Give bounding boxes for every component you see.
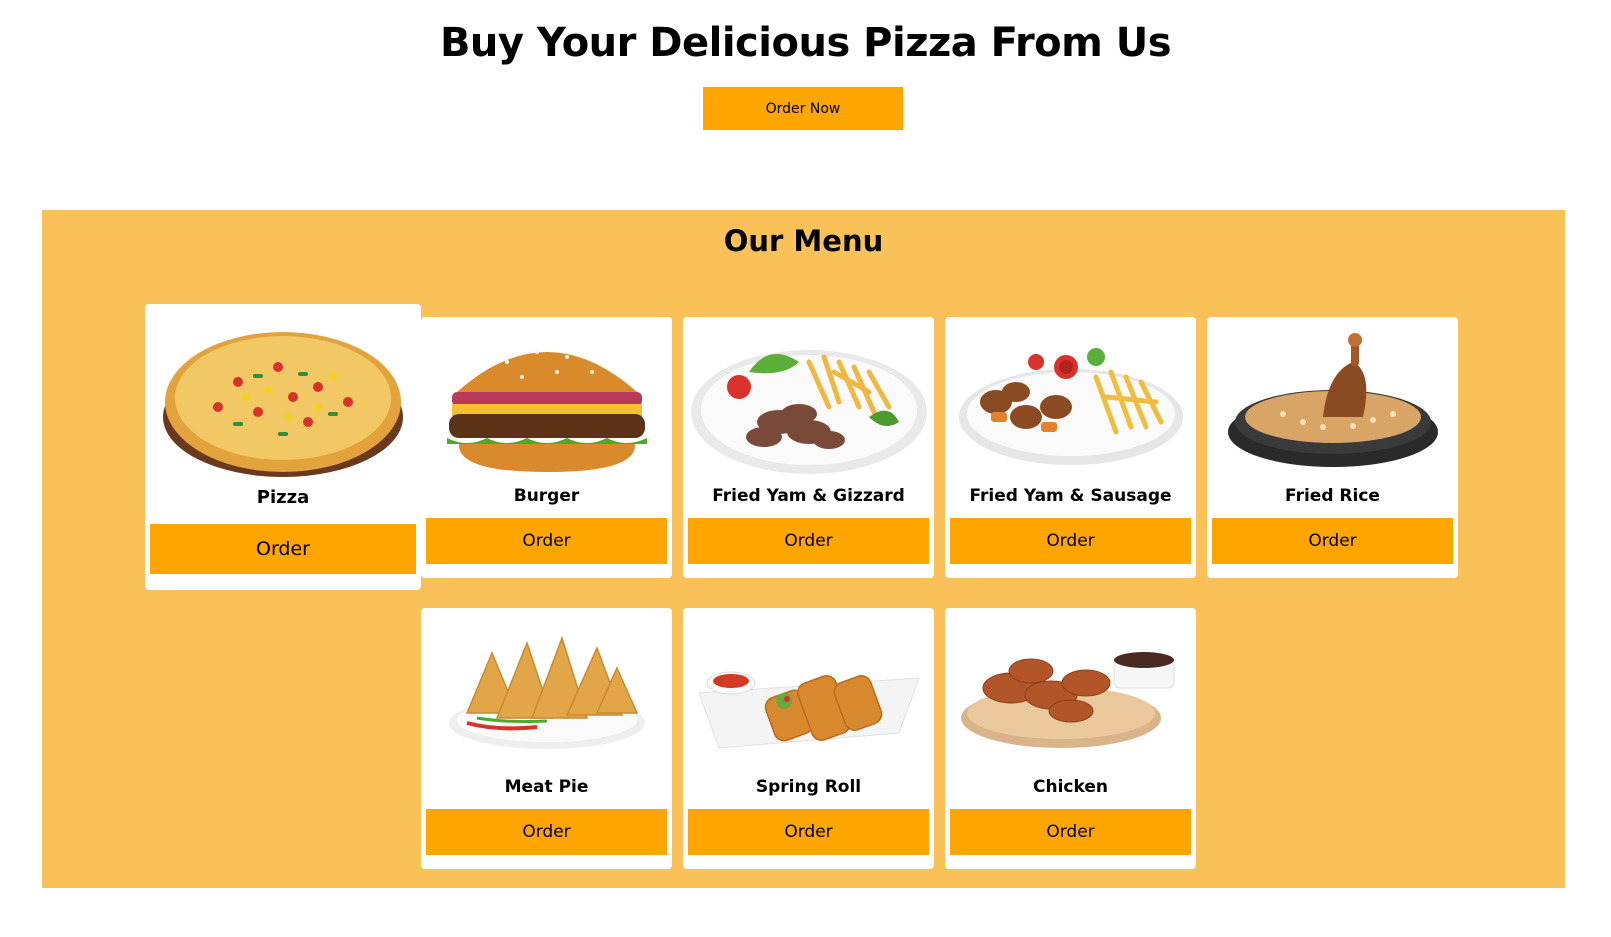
menu-title: Our Menu — [723, 224, 884, 258]
menu-card-burger: Burger Order — [421, 317, 672, 578]
menu-card-fried-rice: Fried Rice Order — [1207, 317, 1458, 578]
menu-card-meat-pie: Meat Pie Order — [421, 608, 672, 869]
order-button-burger[interactable]: Order — [426, 518, 667, 564]
fried-rice-image — [1212, 322, 1453, 482]
menu-item-name: Burger — [513, 486, 580, 506]
menu-item-name: Pizza — [256, 487, 310, 508]
order-button-pizza[interactable]: Order — [150, 524, 416, 574]
menu-item-name: Meat Pie — [504, 777, 589, 797]
menu-item-name: Fried Rice — [1285, 486, 1380, 506]
order-button-fried-yam-sausage[interactable]: Order — [950, 518, 1191, 564]
menu-item-name: Chicken — [1033, 777, 1108, 797]
menu-item-name: Fried Yam & Gizzard — [712, 486, 905, 506]
hero-title: Buy Your Delicious Pizza From Us — [439, 20, 1172, 66]
order-button-meat-pie[interactable]: Order — [426, 809, 667, 855]
menu-card-chicken: Chicken Order — [945, 608, 1196, 869]
menu-card-pizza: Pizza Order — [145, 304, 421, 590]
menu-card-fried-yam-gizzard: Fried Yam & Gizzard Order — [683, 317, 934, 578]
menu-card-spring-roll: Spring Roll Order — [683, 608, 934, 869]
menu-item-name: Fried Yam & Sausage — [969, 486, 1172, 506]
spring-roll-image — [688, 613, 929, 773]
chicken-image — [950, 613, 1191, 773]
menu-item-name: Spring Roll — [755, 777, 862, 797]
menu-card-fried-yam-sausage: Fried Yam & Sausage Order — [945, 317, 1196, 578]
order-button-fried-rice[interactable]: Order — [1212, 518, 1453, 564]
pizza-image — [150, 309, 416, 484]
order-button-chicken[interactable]: Order — [950, 809, 1191, 855]
order-button-fried-yam-gizzard[interactable]: Order — [688, 518, 929, 564]
order-now-button[interactable]: Order Now — [703, 87, 903, 130]
order-button-spring-roll[interactable]: Order — [688, 809, 929, 855]
menu-section: Our Menu Pizza Order Burger Order Fried … — [42, 210, 1565, 888]
burger-image — [426, 322, 667, 482]
fried-yam-sausage-image — [950, 322, 1191, 482]
meat-pie-image — [426, 613, 667, 773]
fried-yam-gizzard-image — [688, 322, 929, 482]
